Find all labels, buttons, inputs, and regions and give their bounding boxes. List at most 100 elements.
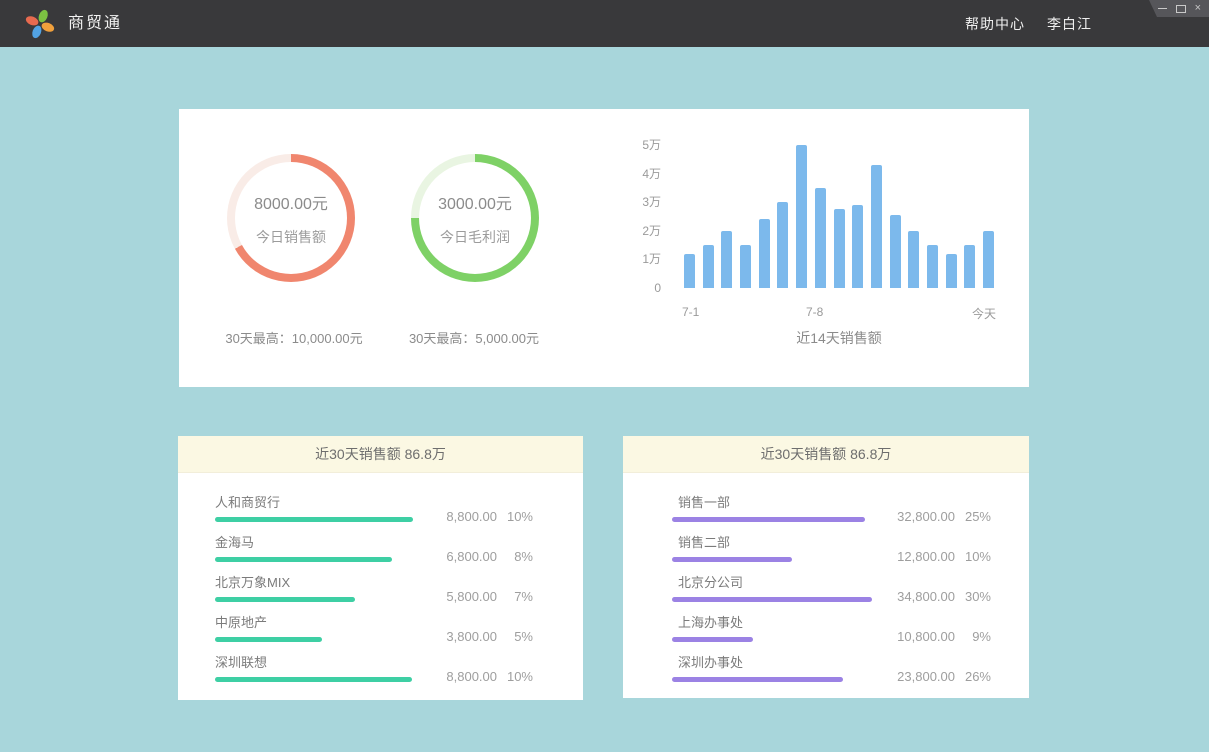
ranking-amount: 5,800.00	[383, 589, 497, 604]
daily-bar	[703, 245, 714, 288]
ranking-values: 12,800.0010%	[841, 549, 991, 564]
ranking-values: 10,800.009%	[841, 629, 991, 644]
overview-card: 8000.00元 今日销售额 3000.00元 今日毛利润 30天最高：10,0…	[179, 109, 1029, 387]
ranking-amount: 23,800.00	[843, 669, 955, 684]
maximize-icon[interactable]	[1176, 5, 1186, 13]
ranking-amount: 12,800.00	[841, 549, 955, 564]
ranking-amount: 32,800.00	[865, 509, 955, 524]
ranking-bar	[672, 637, 753, 642]
ranking-row-main: 销售一部	[672, 492, 865, 522]
minimize-icon[interactable]	[1158, 8, 1167, 9]
daily-bar	[777, 202, 788, 288]
ranking-label: 金海马	[215, 532, 392, 551]
x-tick-label: 7-1	[682, 305, 699, 319]
title-bar: 商贸通 帮助中心 李白江 ×	[0, 0, 1209, 47]
daily-bar	[890, 215, 901, 288]
ranking-percent: 30%	[955, 589, 991, 604]
ranking-amount: 34,800.00	[872, 589, 955, 604]
ranking-percent: 10%	[497, 509, 533, 524]
ranking-card: 近30天销售额 86.8万 人和商贸行8,800.0010%金海马6,800.0…	[178, 436, 583, 700]
app-title: 商贸通	[68, 0, 122, 47]
ranking-row[interactable]: 销售一部32,800.0025%	[672, 482, 991, 522]
ranking-row-main: 人和商贸行	[215, 492, 413, 522]
help-center-link[interactable]: 帮助中心	[965, 14, 1025, 34]
ranking-label: 北京分公司	[678, 572, 872, 591]
ranking-card-title: 近30天销售额 86.8万	[623, 436, 1029, 473]
y-tick-label: 5万	[642, 138, 661, 152]
donut-value: 8000.00元	[254, 190, 328, 214]
ranking-values: 32,800.0025%	[865, 509, 991, 524]
daily-bar	[983, 231, 994, 288]
ranking-row[interactable]: 深圳联想8,800.0010%	[215, 642, 533, 682]
ranking-percent: 8%	[497, 549, 533, 564]
ranking-bar	[672, 597, 872, 602]
daily-bar	[946, 254, 957, 288]
daily-bars	[684, 138, 994, 288]
ranking-label: 中原地产	[215, 612, 383, 631]
ranking-values: 23,800.0026%	[843, 669, 991, 684]
ranking-values: 6,800.008%	[392, 549, 533, 564]
ranking-label: 深圳联想	[215, 652, 412, 671]
ranking-label: 销售二部	[678, 532, 841, 551]
ranking-label: 销售一部	[678, 492, 865, 511]
daily-bar	[684, 254, 695, 288]
ranking-row[interactable]: 北京分公司34,800.0030%	[672, 562, 991, 602]
daily-bar	[721, 231, 732, 288]
ranking-percent: 26%	[955, 669, 991, 684]
daily-bar	[927, 245, 938, 288]
daily-bar	[796, 145, 807, 288]
ranking-row-main: 深圳办事处	[672, 652, 843, 682]
ranking-percent: 7%	[497, 589, 533, 604]
ranking-label: 北京万象MIX	[215, 572, 383, 591]
y-tick-label: 1万	[642, 252, 661, 266]
daily-bar	[871, 165, 882, 288]
donut-footnote-profit: 30天最高：5,000.00元	[359, 328, 589, 347]
ranking-row[interactable]: 人和商贸行8,800.0010%	[215, 482, 533, 522]
ranking-amount: 3,800.00	[383, 629, 497, 644]
daily-chart-caption: 近14天销售额	[684, 328, 994, 348]
ranking-row[interactable]: 金海马6,800.008%	[215, 522, 533, 562]
ranking-label: 深圳办事处	[678, 652, 843, 671]
x-tick-label: 7-8	[806, 305, 823, 319]
ranking-row-main: 上海办事处	[672, 612, 841, 642]
ranking-bar	[215, 597, 355, 602]
ranking-amount: 6,800.00	[392, 549, 497, 564]
daily-bar	[740, 245, 751, 288]
ranking-row[interactable]: 中原地产3,800.005%	[215, 602, 533, 642]
y-tick-label: 2万	[642, 224, 661, 238]
ranking-bar	[215, 557, 392, 562]
window-controls: ×	[1149, 0, 1209, 17]
close-icon[interactable]: ×	[1195, 3, 1201, 14]
ranking-row-main: 北京万象MIX	[215, 572, 383, 602]
ranking-percent: 5%	[497, 629, 533, 644]
y-tick-label: 4万	[642, 167, 661, 181]
ranking-row[interactable]: 上海办事处10,800.009%	[672, 602, 991, 642]
ranking-percent: 25%	[955, 509, 991, 524]
ranking-row[interactable]: 北京万象MIX5,800.007%	[215, 562, 533, 602]
ranking-card-title: 近30天销售额 86.8万	[178, 436, 583, 473]
ranking-values: 8,800.0010%	[412, 669, 533, 684]
ranking-row[interactable]: 深圳办事处23,800.0026%	[672, 642, 991, 682]
ranking-row-main: 中原地产	[215, 612, 383, 642]
ranking-bar	[215, 637, 322, 642]
ranking-values: 8,800.0010%	[413, 509, 533, 524]
donut-chart-today-sales: 8000.00元 今日销售额	[227, 154, 355, 282]
ranking-row-main: 销售二部	[672, 532, 841, 562]
user-name-menu[interactable]: 李白江	[1047, 14, 1092, 34]
ranking-values: 34,800.0030%	[872, 589, 991, 604]
daily-bar	[852, 205, 863, 288]
ranking-list: 人和商贸行8,800.0010%金海马6,800.008%北京万象MIX5,80…	[178, 473, 583, 682]
ranking-list: 销售一部32,800.0025%销售二部12,800.0010%北京分公司34,…	[623, 473, 1029, 682]
y-tick-label: 0	[654, 281, 661, 295]
ranking-values: 5,800.007%	[383, 589, 533, 604]
ranking-row-main: 深圳联想	[215, 652, 412, 682]
daily-bar	[908, 231, 919, 288]
ranking-bar	[672, 517, 865, 522]
ranking-amount: 8,800.00	[413, 509, 497, 524]
ranking-card: 近30天销售额 86.8万 销售一部32,800.0025%销售二部12,800…	[623, 436, 1029, 698]
app-logo-pinwheel-icon	[24, 8, 56, 40]
ranking-row[interactable]: 销售二部12,800.0010%	[672, 522, 991, 562]
ranking-percent: 9%	[955, 629, 991, 644]
ranking-bar	[215, 517, 413, 522]
daily-bar	[964, 245, 975, 288]
